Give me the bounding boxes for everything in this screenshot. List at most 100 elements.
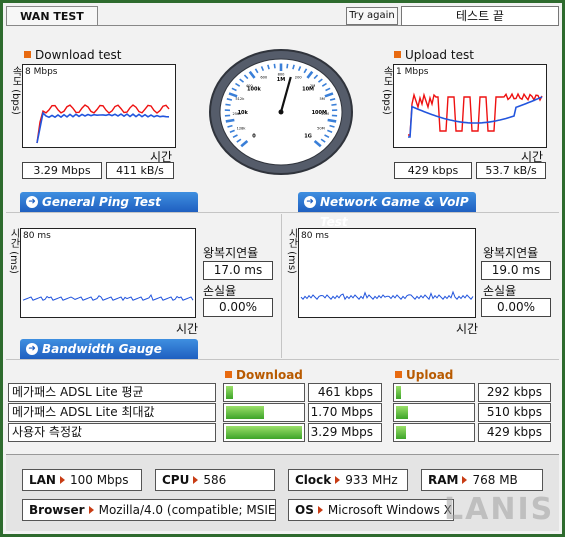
general-latency-label: 왕복지연율 <box>203 246 259 260</box>
upload-gauge-bar <box>393 403 475 422</box>
game-ping-graph: 80 ms <box>298 228 476 318</box>
gauge-tick-label: 0 <box>252 133 256 139</box>
upload-kbs-value: 53.7 kB/s <box>476 162 546 179</box>
ram-value: 768 MB <box>472 473 518 487</box>
upload-title: Upload test <box>394 48 474 62</box>
bandwidth-download-header-text: Download <box>236 368 303 382</box>
lan-value: 100 Mbps <box>69 473 129 487</box>
upload-ylabel: 속도 (bps) <box>381 66 392 115</box>
general-latency-value: 17.0 ms <box>203 261 273 280</box>
orange-bullet-icon <box>24 51 31 58</box>
bandwidth-download-header: Download <box>225 368 303 382</box>
tab-wan-test[interactable]: WAN TEST <box>6 6 98 26</box>
gauge-small-label: 400 <box>246 84 254 88</box>
game-ping-series <box>300 290 474 301</box>
speed-gauge: 010k100k1M10M100M1G128k256k512k400600800… <box>209 49 353 175</box>
cpu-label: CPU <box>162 473 190 487</box>
gauge-tick <box>286 63 289 69</box>
arrow-right-icon: ➜ <box>304 196 316 208</box>
section-divider <box>6 359 559 360</box>
clock-info: Clock 933 MHz <box>288 469 408 491</box>
upload-gauge-fill <box>396 406 408 419</box>
download-gauge-value: 1.70 Mbps <box>308 403 382 422</box>
ram-label: RAM <box>428 473 459 487</box>
triangle-right-icon <box>88 506 94 514</box>
bandwidth-row-label: 사용자 측정값 <box>8 423 216 442</box>
download-gauge-value: 461 kbps <box>308 383 382 402</box>
column-divider <box>281 214 282 358</box>
upload-gauge-fill <box>396 386 401 399</box>
gauge-small-label: 5M <box>319 97 324 101</box>
upload-graph: 1 Mbps <box>393 64 547 148</box>
arrow-right-icon: ➜ <box>26 196 38 208</box>
gauge-hub <box>278 109 284 115</box>
general-loss-value: 0.00% <box>203 298 273 317</box>
gauge-small-label: 600 <box>260 76 268 80</box>
download-gauge-fill <box>226 426 302 439</box>
lan-label: LAN <box>29 473 56 487</box>
browser-value: Mozilla/4.0 (compatible; MSIE 6.0 <box>98 503 276 517</box>
lan-info: LAN 100 Mbps <box>22 469 142 491</box>
browser-label: Browser <box>29 503 85 517</box>
general-ping-bar: ➜ General Ping Test <box>20 192 198 212</box>
download-graph: 8 Mbps <box>22 64 176 148</box>
gauge-small-label: 512k <box>235 97 245 101</box>
game-latency-label: 왕복지연율 <box>483 246 539 260</box>
gauge-tick <box>225 103 231 106</box>
download-gauge-value: 3.29 Mbps <box>308 423 382 442</box>
game-voip-bar: ➜ Network Game & VoIP Test <box>298 192 476 229</box>
browser-info: Browser Mozilla/4.0 (compatible; MSIE 6.0 <box>22 499 276 521</box>
triangle-right-icon <box>59 476 65 484</box>
download-gauge-bar <box>223 383 305 402</box>
upload-series-red <box>408 92 543 136</box>
os-info: OS Microsoft Windows XP <box>288 499 454 521</box>
gauge-tick-label: 1G <box>304 133 312 139</box>
general-loss-label: 손실율 <box>203 284 237 298</box>
triangle-right-icon <box>317 506 323 514</box>
triangle-right-icon <box>335 476 341 484</box>
upload-gauge-value: 510 kbps <box>478 403 551 422</box>
os-label: OS <box>295 503 314 517</box>
orange-bullet-icon <box>225 371 232 378</box>
download-title-text: Download test <box>35 48 122 62</box>
clock-value: 933 MHz <box>345 473 398 487</box>
upload-gauge-fill <box>396 426 406 439</box>
orange-bullet-icon <box>394 51 401 58</box>
gauge-small-label: 200 <box>295 76 303 80</box>
upload-gauge-value: 429 kbps <box>478 423 551 442</box>
general-ping-ylabel: 시간 (ms) <box>8 228 19 274</box>
bandwidth-gauge-bar: ➜ Bandwidth Gauge <box>20 339 198 359</box>
gauge-small-label: 20M <box>321 112 329 116</box>
upload-title-text: Upload test <box>405 48 474 62</box>
general-ping-series <box>22 293 194 302</box>
bandwidth-row-label: 메가패스 ADSL Lite 평균 <box>8 383 216 402</box>
bandwidth-row-label: 메가패스 ADSL Lite 최대값 <box>8 403 216 422</box>
download-gauge-fill <box>226 386 234 399</box>
cpu-value: 586 <box>203 473 227 487</box>
general-ping-graph: 80 ms <box>20 228 196 318</box>
game-ping-ylabel: 시간 (ms) <box>286 228 297 274</box>
gauge-small-label: 128k <box>237 127 247 131</box>
upload-plot <box>408 92 543 138</box>
try-again-button[interactable]: Try again <box>346 7 398 25</box>
general-ping-bar-label: General Ping Test <box>42 195 161 209</box>
gauge-tick <box>225 118 235 123</box>
download-mbps-value: 3.29 Mbps <box>22 162 102 179</box>
gauge-tick-label: 1M <box>277 77 285 83</box>
clock-label: Clock <box>295 473 332 487</box>
gauge-small-label: 800 <box>278 73 286 77</box>
download-kbs-value: 411 kB/s <box>106 162 174 179</box>
download-gauge-bar <box>223 423 305 442</box>
gauge-small-label: 256k <box>232 112 242 116</box>
lanis-logo: LANIS <box>444 492 555 527</box>
upload-gauge-value: 292 kbps <box>478 383 551 402</box>
gauge-small-label: 2M <box>310 84 315 88</box>
ram-info: RAM 768 MB <box>421 469 543 491</box>
general-ping-plot <box>22 293 194 302</box>
upload-kbps-value: 429 kbps <box>394 162 472 179</box>
arrow-right-icon: ➜ <box>26 343 38 355</box>
gauge-tick <box>331 103 337 106</box>
cpu-info: CPU 586 <box>155 469 275 491</box>
game-loss-label: 손실율 <box>483 284 517 298</box>
upload-gauge-bar <box>393 423 475 442</box>
